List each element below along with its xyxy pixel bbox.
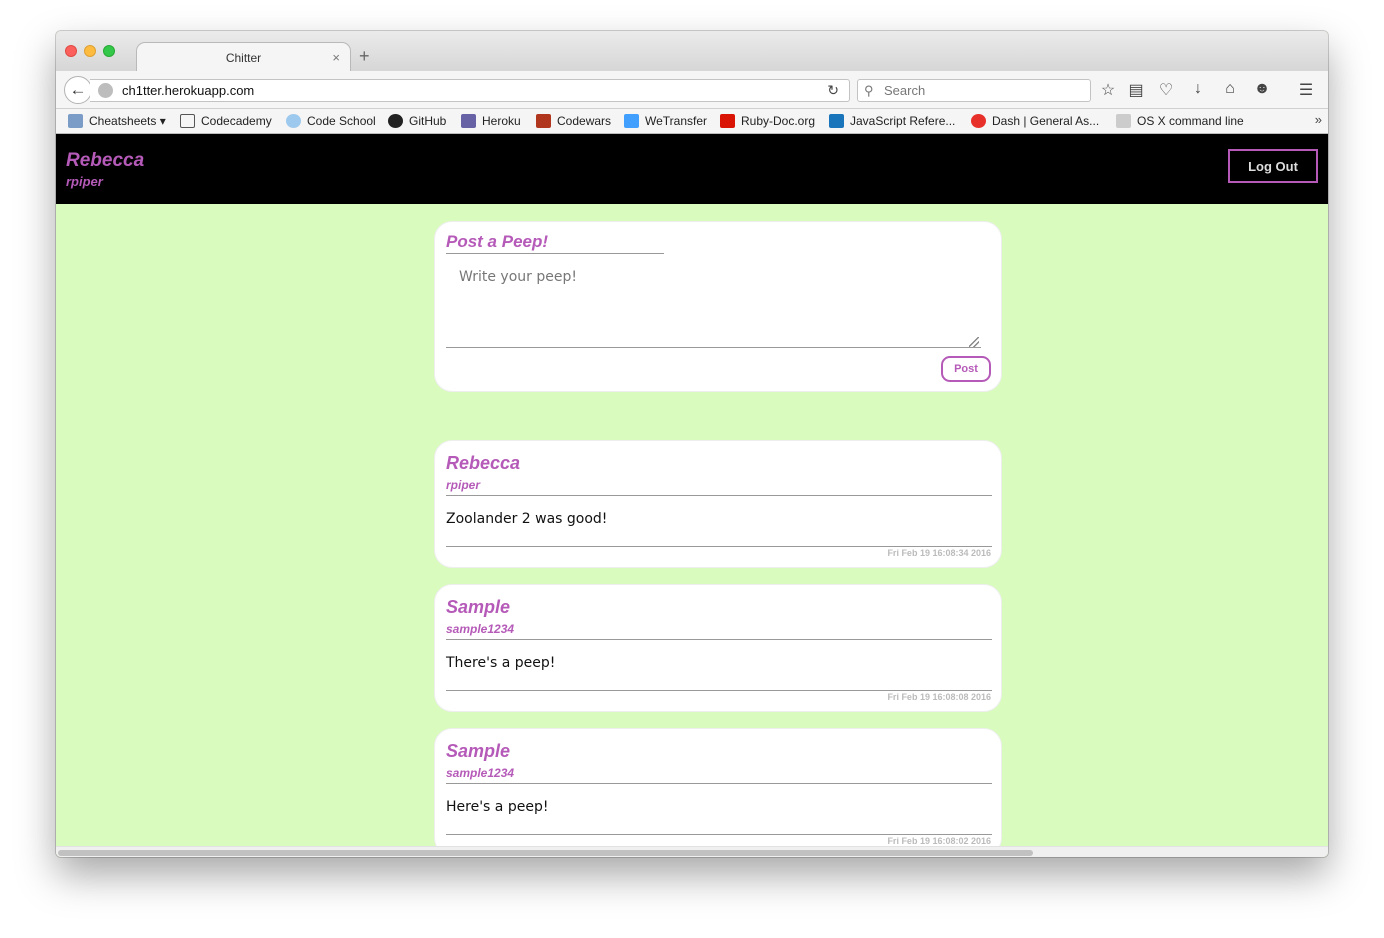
close-window-button[interactable] <box>65 45 77 57</box>
bookmark-label: Codecademy <box>201 114 272 128</box>
peep-timestamp: Fri Feb 19 16:08:02 2016 <box>887 836 991 846</box>
post-button[interactable]: Post <box>941 356 991 382</box>
bookmark-label: WeTransfer <box>645 114 708 128</box>
peep-handle-row: sample1234 <box>446 764 992 784</box>
peep-text: There's a peep! <box>446 655 556 671</box>
peep-timestamp: Fri Feb 19 16:08:34 2016 <box>887 548 991 558</box>
tab-title: Chitter <box>225 50 262 65</box>
peep-author: Rebecca <box>446 453 521 473</box>
compose-title: Post a Peep! <box>446 232 664 254</box>
mdn-icon <box>829 114 844 128</box>
logout-button[interactable]: Log Out <box>1228 149 1318 183</box>
peep-handle: rpiper <box>446 478 481 492</box>
peep-textarea[interactable] <box>446 260 981 348</box>
bookmark-github[interactable]: GitHub <box>388 114 446 128</box>
bookmark-code-school[interactable]: Code School <box>286 114 376 128</box>
peep-handle-row: sample1234 <box>446 620 992 640</box>
bookmark-label: OS X command line <box>1137 114 1244 128</box>
folder-icon <box>68 114 83 128</box>
peep-timestamp: Fri Feb 19 16:08:08 2016 <box>887 692 991 702</box>
peep-divider <box>446 834 992 835</box>
search-placeholder: Search <box>884 83 926 98</box>
new-tab-button[interactable]: + <box>359 46 370 67</box>
tab-close-icon[interactable]: × <box>332 50 340 65</box>
peep-author: Sample <box>446 741 511 761</box>
globe-icon <box>98 83 113 98</box>
zoom-window-button[interactable] <box>103 45 115 57</box>
menu-icon[interactable]: ☰ <box>1296 80 1316 100</box>
browser-window: Chitter × + ← ch1tter.herokuapp.com ↻ ⚲ … <box>56 31 1328 857</box>
heroku-icon <box>461 114 476 128</box>
bookmarks-overflow-icon[interactable]: » <box>1315 112 1322 127</box>
back-button[interactable]: ← <box>64 76 92 104</box>
wetransfer-icon <box>624 114 639 128</box>
home-icon[interactable]: ⌂ <box>1220 80 1240 98</box>
bookmark-label: Code School <box>307 114 376 128</box>
user-handle: rpiper <box>66 174 103 189</box>
search-icon: ⚲ <box>864 83 874 98</box>
navigation-toolbar: ← ch1tter.herokuapp.com ↻ ⚲ Search ☆ ▤ ♡… <box>56 71 1328 109</box>
page-content: Rebecca rpiper Log Out Post a Peep! Post… <box>56 134 1328 857</box>
bookmark-label: Heroku <box>482 114 521 128</box>
horizontal-scrollbar[interactable] <box>56 846 1328 857</box>
reading-list-icon[interactable]: ▤ <box>1126 80 1146 100</box>
download-icon[interactable]: ↓ <box>1188 80 1208 98</box>
codecademy-icon <box>180 114 195 128</box>
codeschool-icon <box>286 114 301 128</box>
bookmark-label: JavaScript Refere... <box>850 114 956 128</box>
chat-icon[interactable]: ☻ <box>1252 80 1272 98</box>
peep-author: Sample <box>446 597 511 617</box>
peep-divider <box>446 546 992 547</box>
search-input[interactable]: ⚲ Search <box>857 79 1091 102</box>
peep-text: Here's a peep! <box>446 799 549 815</box>
bookmark-label: Codewars <box>557 114 612 128</box>
bookmark-codecademy[interactable]: Codecademy <box>180 114 272 128</box>
bookmark-javascript-reference[interactable]: JavaScript Refere... <box>829 114 955 128</box>
bookmark-heroku[interactable]: Heroku <box>461 114 521 128</box>
bookmark-star-icon[interactable]: ☆ <box>1098 80 1118 100</box>
title-bar: Chitter × + <box>56 31 1328 72</box>
bookmark-cheatsheets[interactable]: Cheatsheets ▾ <box>68 114 166 128</box>
url-text: ch1tter.herokuapp.com <box>122 83 255 98</box>
bookmark-osx-command-line[interactable]: OS X command line <box>1116 114 1244 128</box>
github-icon <box>388 114 403 128</box>
reload-icon[interactable]: ↻ <box>827 80 839 101</box>
peep-card: Rebecca rpiper Zoolander 2 was good! Fri… <box>434 440 1002 568</box>
bookmark-ruby-doc[interactable]: Ruby-Doc.org <box>720 114 815 128</box>
tab-chitter[interactable]: Chitter × <box>136 42 351 72</box>
ga-icon <box>971 114 986 128</box>
peep-handle-row: rpiper <box>446 476 992 496</box>
bookmark-label: Ruby-Doc.org <box>741 114 816 128</box>
peep-handle: sample1234 <box>446 622 515 636</box>
compose-card: Post a Peep! Post <box>434 221 1002 392</box>
bookmark-dash[interactable]: Dash | General As... <box>971 114 1099 128</box>
bookmark-wetransfer[interactable]: WeTransfer <box>624 114 707 128</box>
bookmarks-bar: Cheatsheets ▾ Codecademy Code School Git… <box>56 109 1328 134</box>
peep-handle: sample1234 <box>446 766 515 780</box>
peep-card: Sample sample1234 There's a peep! Fri Fe… <box>434 584 1002 712</box>
user-name: Rebecca <box>66 150 145 171</box>
pocket-icon[interactable]: ♡ <box>1156 80 1176 100</box>
bookmark-label: Cheatsheets ▾ <box>89 114 166 128</box>
bookmark-label: Dash | General As... <box>992 114 1100 128</box>
page-icon <box>1116 114 1131 128</box>
bookmark-codewars[interactable]: Codewars <box>536 114 611 128</box>
peep-text: Zoolander 2 was good! <box>446 511 608 527</box>
bookmark-label: GitHub <box>409 114 447 128</box>
minimize-window-button[interactable] <box>84 45 96 57</box>
scrollbar-thumb[interactable] <box>58 850 1033 856</box>
site-header: Rebecca rpiper Log Out <box>56 134 1328 204</box>
peep-divider <box>446 690 992 691</box>
back-arrow-icon: ← <box>69 80 87 99</box>
codewars-icon <box>536 114 551 128</box>
peep-card: Sample sample1234 Here's a peep! Fri Feb… <box>434 728 1002 856</box>
ruby-icon <box>720 114 735 128</box>
resize-handle-icon[interactable] <box>969 337 979 347</box>
url-bar[interactable]: ch1tter.herokuapp.com ↻ <box>90 79 850 102</box>
